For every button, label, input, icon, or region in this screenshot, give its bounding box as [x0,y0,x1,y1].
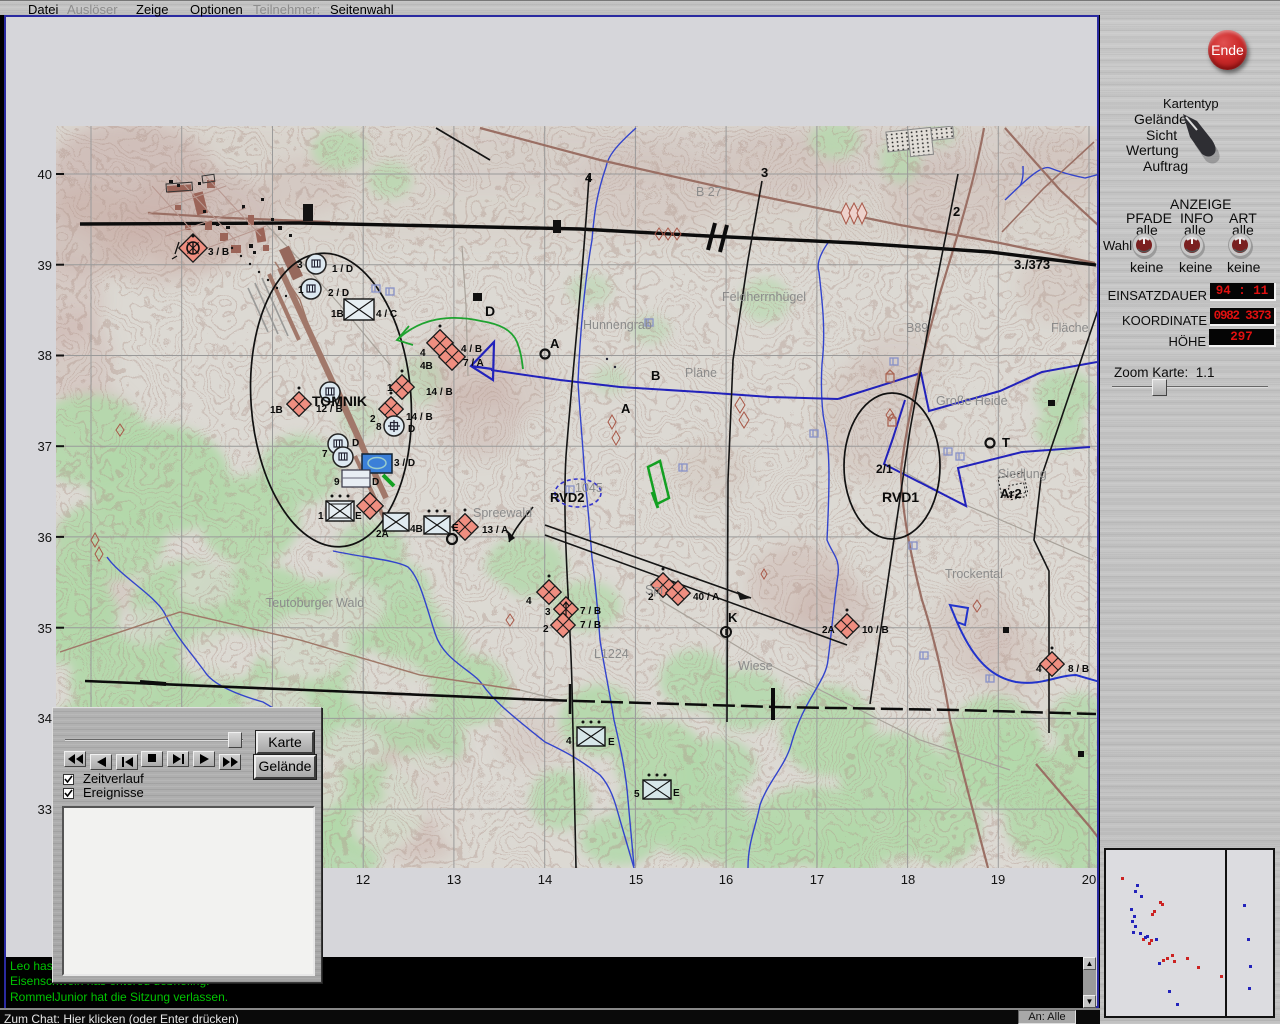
svg-text:B: B [651,368,660,383]
svg-text:B89: B89 [906,321,928,335]
svg-text:4 / B: 4 / B [461,344,482,355]
svg-text:4: 4 [1036,664,1042,675]
svg-text:5: 5 [634,789,640,800]
svg-text:4: 4 [566,736,572,747]
svg-text:Trockental: Trockental [945,567,1003,581]
svg-text:14 / B: 14 / B [426,387,453,398]
svg-text:Teutoburger Wald: Teutoburger Wald [266,596,364,610]
svg-text:RVD1: RVD1 [882,489,919,505]
svg-text:13 / A: 13 / A [482,525,508,536]
svg-text:Pläne: Pläne [685,366,717,380]
svg-text:1B: 1B [270,405,283,416]
svg-text:E: E [452,523,459,534]
svg-text:Große Heide: Große Heide [936,394,1008,408]
svg-text:7 / B: 7 / B [580,620,601,631]
svg-text:B 27: B 27 [696,185,722,199]
svg-text:3./373: 3./373 [1014,257,1050,272]
svg-text:Spi: Spi [645,583,663,597]
svg-text:4B: 4B [410,524,423,535]
svg-text:E: E [355,511,362,522]
svg-text:Ar2: Ar2 [1000,486,1022,501]
svg-text:2: 2 [953,204,960,219]
svg-text:2: 2 [543,624,549,635]
svg-text:2A: 2A [376,529,389,540]
svg-text:8 / B: 8 / B [1068,664,1089,675]
svg-text:14 / B: 14 / B [406,412,433,423]
svg-text:3 / D: 3 / D [394,458,415,469]
svg-text:A: A [621,401,631,416]
svg-text:L1224: L1224 [594,647,629,661]
svg-text:9: 9 [334,477,340,488]
svg-text:3: 3 [761,165,768,180]
svg-text:Siedlung: Siedlung [998,467,1047,481]
svg-text:E: E [608,737,615,748]
svg-text:40 / A: 40 / A [693,592,719,603]
svg-text:3 / B: 3 / B [208,247,229,258]
svg-text:D: D [352,438,359,449]
svg-text:Hunnengrab: Hunnengrab [583,318,652,332]
svg-text:1B: 1B [331,309,344,320]
svg-text:Feldherrnhügel: Feldherrnhügel [722,290,806,304]
svg-text:2A: 2A [822,625,835,636]
svg-text:3: 3 [545,607,551,618]
svg-text:D: D [408,424,415,435]
svg-text:7: 7 [322,449,328,460]
svg-text:4: 4 [420,348,426,359]
svg-text:3: 3 [297,260,303,271]
svg-text:T: T [1002,435,1010,450]
svg-text:7 / A: 7 / A [463,358,484,369]
svg-text:2/1: 2/1 [876,462,893,476]
svg-text:4: 4 [526,596,532,607]
svg-text:8: 8 [376,422,382,433]
svg-text:1: 1 [298,285,304,296]
svg-text:D: D [372,477,379,488]
svg-text:1 / D: 1 / D [332,264,353,275]
svg-text:Fläche: Fläche [1051,321,1089,335]
svg-text:7 / B: 7 / B [580,606,601,617]
svg-text:2 / D: 2 / D [328,288,349,299]
svg-text:1: 1 [387,383,393,394]
svg-text:Wiese: Wiese [738,659,773,673]
svg-text:K: K [728,610,738,625]
svg-text:4B: 4B [420,361,433,372]
svg-text:A: A [550,336,560,351]
svg-text:1045: 1045 [575,481,603,495]
svg-text:1: 1 [318,511,324,522]
svg-text:E: E [673,788,680,799]
svg-text:4 / C: 4 / C [376,309,397,320]
svg-text:D: D [485,303,495,319]
svg-text:4: 4 [585,170,593,185]
svg-text:10 / B: 10 / B [862,625,889,636]
svg-text:Spreewald: Spreewald [473,506,532,520]
svg-text:TOMNIK: TOMNIK [312,393,367,409]
